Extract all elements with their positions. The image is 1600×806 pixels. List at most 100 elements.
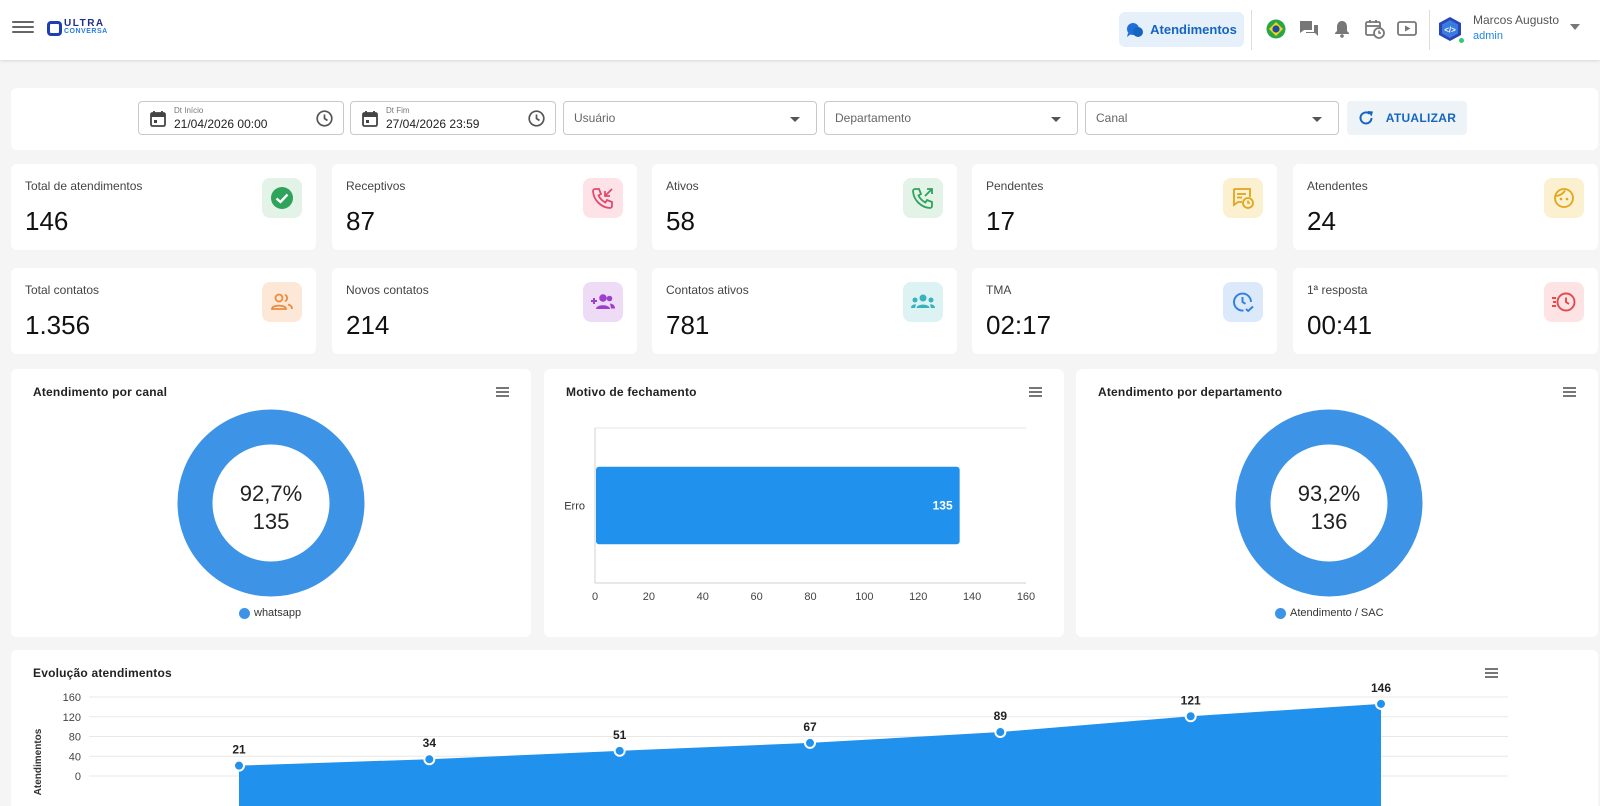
y-tick-labels: 0 40 80 120 160 <box>63 692 81 783</box>
clock-icon[interactable] <box>528 110 545 127</box>
stat-value: 17 <box>986 206 1015 236</box>
hamburger-menu-icon[interactable] <box>12 18 34 40</box>
clock-check-icon <box>1223 282 1263 322</box>
stat-card-primeira-resposta: 1ª resposta 00:41 <box>1293 268 1598 354</box>
evolution-chart-panel: Evolução atendimentos Atendimentos 0 40 80… <box>11 650 1598 806</box>
closing-reason-panel: Motivo de fechamento 0 20 40 60 80 100 120 140 1… <box>544 369 1064 637</box>
stat-card-receptivos: Receptivos 87 <box>332 164 637 250</box>
x-tick-label: 0 <box>592 591 598 603</box>
x-tick-label: 120 <box>909 591 927 603</box>
chevron-down-icon <box>790 117 800 122</box>
top-header: ULTRA CONVERSA Atendimentos </> Marcos A… <box>0 0 1600 60</box>
svg-text:</>: </> <box>1444 26 1456 35</box>
clock-icon[interactable] <box>316 110 333 127</box>
legend-label: Atendimento / SAC <box>1290 607 1384 619</box>
start-date-value: 21/04/2026 00:00 <box>174 117 268 131</box>
stat-card-total-atendimentos: Total de atendimentos 146 <box>11 164 316 250</box>
stat-label: Total contatos <box>25 283 100 297</box>
stat-value: 146 <box>25 206 69 236</box>
atendimentos-button[interactable]: Atendimentos <box>1119 12 1244 47</box>
end-date-field[interactable]: Dt Fim 27/04/2026 23:59 <box>350 101 556 135</box>
area-point[interactable] <box>1184 710 1197 723</box>
x-tick-label: 140 <box>963 591 981 603</box>
legend-item-whatsapp[interactable]: whatsapp <box>239 607 301 619</box>
area-data-label: 51 <box>613 728 627 742</box>
area-data-label: 21 <box>232 743 246 757</box>
chevron-down-icon <box>1051 117 1061 122</box>
user-name: Marcos Augusto <box>1473 13 1560 27</box>
donut-center-text: 92,7% 135 <box>201 480 341 536</box>
area-point[interactable] <box>1375 697 1387 710</box>
donut-center-percent: 93,2% <box>1297 481 1361 506</box>
y-tick-label: 0 <box>75 771 81 783</box>
stat-label: TMA <box>986 283 1012 297</box>
logo[interactable]: ULTRA CONVERSA <box>47 18 108 36</box>
legend-marker <box>1275 607 1286 619</box>
chevron-down-icon <box>1312 117 1322 122</box>
department-chart-panel: Atendimento por departamento 93,2% 136 A… <box>1076 369 1598 637</box>
x-tick-label: 160 <box>1017 591 1035 603</box>
evolution-area-chart: Atendimentos 0 40 80 120 160 21 34 51 67 89 121 14… <box>33 681 1508 806</box>
brazil-flag-icon[interactable] <box>1265 18 1287 40</box>
stat-card-ativos: Ativos 58 <box>652 164 957 250</box>
user-role: admin <box>1473 30 1503 42</box>
stat-label: Atendentes <box>1307 179 1368 193</box>
group-icon <box>903 282 943 322</box>
stat-value: 24 <box>1307 206 1336 236</box>
end-date-label: Dt Fim <box>386 106 410 115</box>
x-tick-label: 20 <box>643 591 655 603</box>
stat-card-tma: TMA 02:17 <box>972 268 1277 354</box>
check-circle-icon <box>262 178 302 218</box>
chevron-down-icon[interactable] <box>1570 23 1580 31</box>
department-select-placeholder: Departamento <box>835 111 912 125</box>
stat-label: 1ª resposta <box>1307 283 1368 297</box>
bar-erro[interactable] <box>596 466 960 545</box>
calendar-icon[interactable] <box>362 110 378 127</box>
area-point[interactable] <box>423 753 436 766</box>
logo-mark <box>47 20 62 36</box>
logo-line2: CONVERSA <box>64 28 108 35</box>
department-select[interactable]: Departamento <box>824 101 1078 135</box>
video-play-icon[interactable] <box>1396 18 1418 40</box>
donut-center-value: 136 <box>1310 509 1348 534</box>
legend-item-atendimento-sac[interactable]: Atendimento / SAC <box>1275 607 1384 619</box>
y-category-label: Erro <box>564 501 585 513</box>
bell-icon[interactable] <box>1331 18 1353 40</box>
area-data-label: 67 <box>803 720 817 734</box>
user-select-placeholder: Usuário <box>574 111 616 125</box>
stat-card-novos-contatos: Novos contatos 214 <box>332 268 637 354</box>
chat-icon[interactable] <box>1298 18 1320 40</box>
user-select[interactable]: Usuário <box>563 101 817 135</box>
y-tick-label: 160 <box>63 692 81 704</box>
header-divider <box>1429 10 1430 50</box>
y-tick-label: 120 <box>63 712 81 724</box>
pending-icon <box>1223 178 1263 218</box>
y-tick-label: 40 <box>69 751 81 763</box>
y-axis-label: Atendimentos <box>33 728 44 795</box>
area-data-label: 146 <box>1371 681 1391 695</box>
atendimentos-label: Atendimentos <box>1150 22 1237 37</box>
stat-label: Contatos ativos <box>666 283 749 297</box>
donut-center-value: 135 <box>252 509 290 534</box>
add-contacts-icon <box>583 282 623 322</box>
online-status-dot <box>1457 36 1466 45</box>
area-point[interactable] <box>613 744 626 757</box>
bar-marks: Erro 135 <box>564 466 960 545</box>
calendar-clock-icon[interactable] <box>1364 18 1386 40</box>
stat-card-pendentes: Pendentes 17 <box>972 164 1277 250</box>
y-tick-label: 80 <box>69 732 81 744</box>
logo-line1: ULTRA <box>64 18 105 29</box>
channel-select[interactable]: Canal <box>1085 101 1339 135</box>
fast-timer-icon <box>1544 282 1584 322</box>
legend-marker <box>239 607 250 619</box>
calendar-icon[interactable] <box>150 110 166 127</box>
donut-center-text: 93,2% 136 <box>1259 480 1399 536</box>
refresh-button[interactable]: ATUALIZAR <box>1347 101 1467 135</box>
x-tick-label: 100 <box>855 591 873 603</box>
area-point[interactable] <box>233 759 245 772</box>
area-point[interactable] <box>804 736 816 749</box>
x-tick-label: 40 <box>697 591 709 603</box>
stat-value: 02:17 <box>986 310 1052 340</box>
start-date-field[interactable]: Dt Início 21/04/2026 00:00 <box>138 101 344 135</box>
area-point[interactable] <box>994 726 1007 739</box>
